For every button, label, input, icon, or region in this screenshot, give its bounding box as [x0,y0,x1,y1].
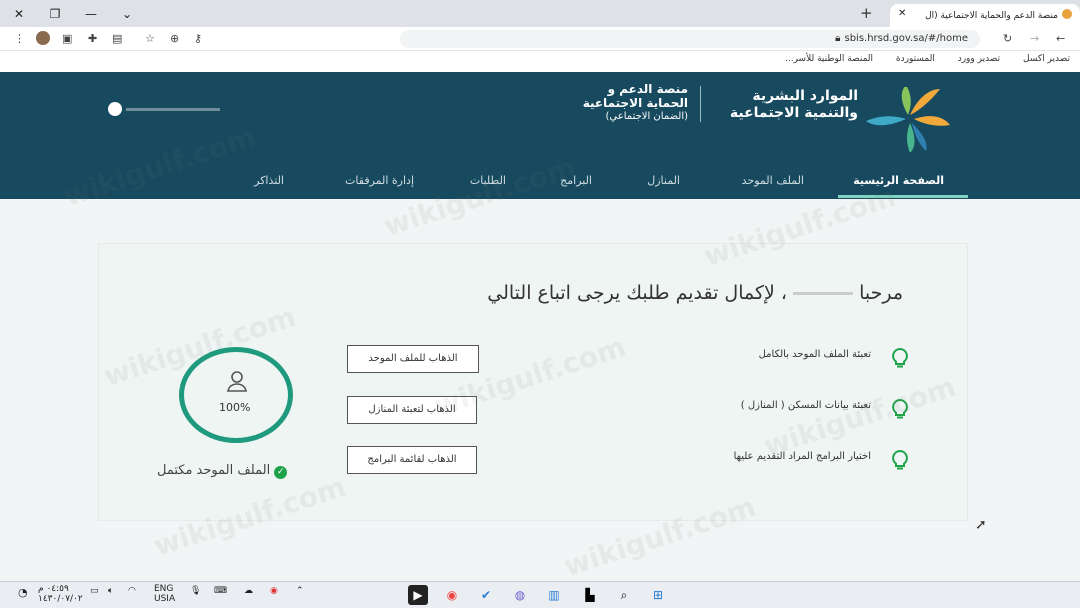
todo-app-icon[interactable]: ✔ [476,585,496,605]
nav-tickets[interactable]: التذاكر [254,174,284,187]
explorer-app-icon[interactable]: ▙ [580,585,600,605]
lock-icon: 🔒︎ [835,33,841,44]
person-icon [227,371,247,392]
mouse-cursor-icon: ➚ [975,517,987,533]
back-icon[interactable]: ← [1056,32,1065,45]
nav-houses[interactable]: المنازل [647,174,680,187]
battery-icon[interactable]: ▭ [90,586,99,596]
key-icon[interactable]: ⚷ [194,32,202,45]
url-text: sbis.hrsd.gov.sa/#/home [844,33,968,44]
new-tab-icon[interactable]: + [860,4,873,22]
header-divider [700,86,701,122]
nav-attachments[interactable]: إدارة المرفقات [345,174,414,187]
chat-app-icon[interactable]: ◍ [510,585,530,605]
platform-line3: (الضمان الاجتماعي) [605,111,688,122]
bookmark-item[interactable]: تصدير وورد [958,54,1000,64]
language-indicator[interactable]: ENG USIA [154,584,175,604]
clock-date: ١٤٣٠/٠٧/٠٢ [38,594,83,604]
minimize-window-icon[interactable]: — [78,4,104,24]
nav-active-indicator [838,195,968,198]
cloud-icon[interactable]: ☁ [244,586,253,596]
reload-icon[interactable]: ↻ [1003,32,1012,45]
welcome-prefix: مرحبا [859,282,903,304]
url-field[interactable]: 🔒︎ sbis.hrsd.gov.sa/#/home [400,30,980,48]
profile-status-text: الملف الموحد مكتمل [157,463,271,478]
main-nav: الصفحة الرئيسية الملف الموحد المنازل الب… [0,170,1080,199]
ministry-logo [866,87,950,152]
tray-chevron-icon[interactable]: ⌃ [296,586,304,596]
volume-icon[interactable]: 🔈︎ [108,586,113,596]
files-app-icon[interactable]: ▥ [544,585,564,605]
os-taskbar: ◔ ٠٤:٥٩ م ١٤٣٠/٠٧/٠٢ ▭ 🔈︎ ◠ ENG USIA 🎙︎ … [0,581,1080,608]
bookmarks-bar: تصدير اكسل تصدير وورد المستوردة المنصة ا… [0,51,1080,72]
extensions-icon[interactable]: ✚ [88,32,97,45]
ministry-name: الموارد البشرية والتنمية الاجتماعية [718,88,858,122]
forward-icon[interactable]: → [1030,32,1039,45]
sidebar-icon[interactable]: ▣ [62,32,72,45]
go-unified-file-button[interactable]: الذهاب للملف الموحد [347,345,479,373]
nav-home[interactable]: الصفحة الرئيسية [853,174,944,187]
capcut-app-icon[interactable]: ▶ [408,585,428,605]
lang-code: ENG [154,584,174,594]
site-favicon-icon [1062,9,1072,19]
ministry-line2: والتنمية الاجتماعية [729,105,858,121]
go-programs-button[interactable]: الذهاب لقائمة البرامج [347,446,477,474]
nav-unified-file[interactable]: الملف الموحد [742,174,804,187]
bookmark-star-icon[interactable]: ☆ [145,32,155,45]
clock[interactable]: ٠٤:٥٩ م ١٤٣٠/٠٧/٠٢ [38,584,83,604]
tab-search-icon[interactable]: ▤ [112,32,122,45]
close-tab-icon[interactable]: ✕ [898,8,906,19]
tab-title: منصة الدعم والحماية الاجتماعية (ال [925,11,1058,21]
application-steps-card: مرحبا ، لإكمال تقديم طلبك يرجى اتباع التا… [98,243,968,521]
microphone-icon[interactable]: 🎙︎ [190,586,201,596]
lightbulb-icon [892,399,908,419]
bookmark-item[interactable]: المستوردة [896,54,935,64]
lightbulb-icon [892,450,908,470]
step-label: تعبئة الملف الموحد بالكامل [758,349,871,360]
chrome-app-icon[interactable]: ◉ [442,585,462,605]
browser-chrome: ✕ ❐ — ⌄ + منصة الدعم والحماية الاجتماعية… [0,0,1080,72]
notification-icon[interactable]: ◔ [18,586,28,599]
user-menu[interactable] [108,102,220,116]
menu-icon[interactable]: ⋮ [14,32,25,45]
site-header: الموارد البشرية والتنمية الاجتماعية منصة… [0,72,1080,199]
region-code: USIA [154,594,176,604]
clock-time: ٠٤:٥٩ م [38,584,69,594]
profile-progress-ring [179,347,293,443]
windows-start-icon[interactable]: ⊞ [648,585,668,605]
address-bar-row: ⋮ ▣ ✚ ▤ ☆ ⊕ ⚷ 🔒︎ sbis.hrsd.gov.sa/#/home … [0,27,1080,51]
platform-name: منصة الدعم و الحماية الاجتماعية (الضمان … [548,82,688,124]
platform-line1: منصة الدعم و [607,82,688,96]
lightbulb-icon [892,348,908,368]
keyboard-icon[interactable]: ⌨ [214,586,227,596]
profile-complete-status: ✓الملف الموحد مكتمل [157,463,288,479]
record-icon[interactable]: ◉ [270,586,278,596]
profile-avatar[interactable] [36,31,50,45]
browser-tab[interactable]: منصة الدعم والحماية الاجتماعية (ال ✕ [890,4,1080,27]
user-name-redacted [126,108,220,111]
nav-programs[interactable]: البرامج [560,174,592,187]
main-content: مرحبا ، لإكمال تقديم طلبك يرجى اتباع التا… [0,199,1080,581]
redacted-name [793,292,854,295]
user-icon [108,102,122,116]
welcome-heading: مرحبا ، لإكمال تقديم طلبك يرجى اتباع التا… [487,282,903,304]
nav-requests[interactable]: الطلبات [470,174,506,187]
bookmark-item[interactable]: المنصة الوطنية للأسر... [785,54,873,64]
tab-bar: ✕ ❐ — ⌄ + منصة الدعم والحماية الاجتماعية… [0,0,1080,27]
ministry-line1: الموارد البشرية [752,88,858,104]
check-circle-icon: ✓ [274,466,288,479]
wifi-icon[interactable]: ◠ [128,586,136,596]
restore-window-icon[interactable]: ❐ [42,4,68,24]
bookmark-item[interactable]: تصدير اكسل [1023,54,1070,64]
platform-line2: الحماية الاجتماعية [582,96,688,110]
step-label: تعبئة بيانات المسكن ( المنازل ) [740,400,871,411]
step-label: اختيار البرامج المراد التقديم عليها [733,451,871,462]
close-window-icon[interactable]: ✕ [6,4,32,24]
tab-list-icon[interactable]: ⌄ [114,4,140,24]
search-icon[interactable]: ⌕ [614,585,634,605]
welcome-suffix: ، لإكمال تقديم طلبك يرجى اتباع التالي [487,282,788,304]
go-houses-button[interactable]: الذهاب لتعبئة المنازل [347,396,477,424]
progress-percent: 100% [219,401,251,414]
translate-icon[interactable]: ⊕ [170,32,179,45]
